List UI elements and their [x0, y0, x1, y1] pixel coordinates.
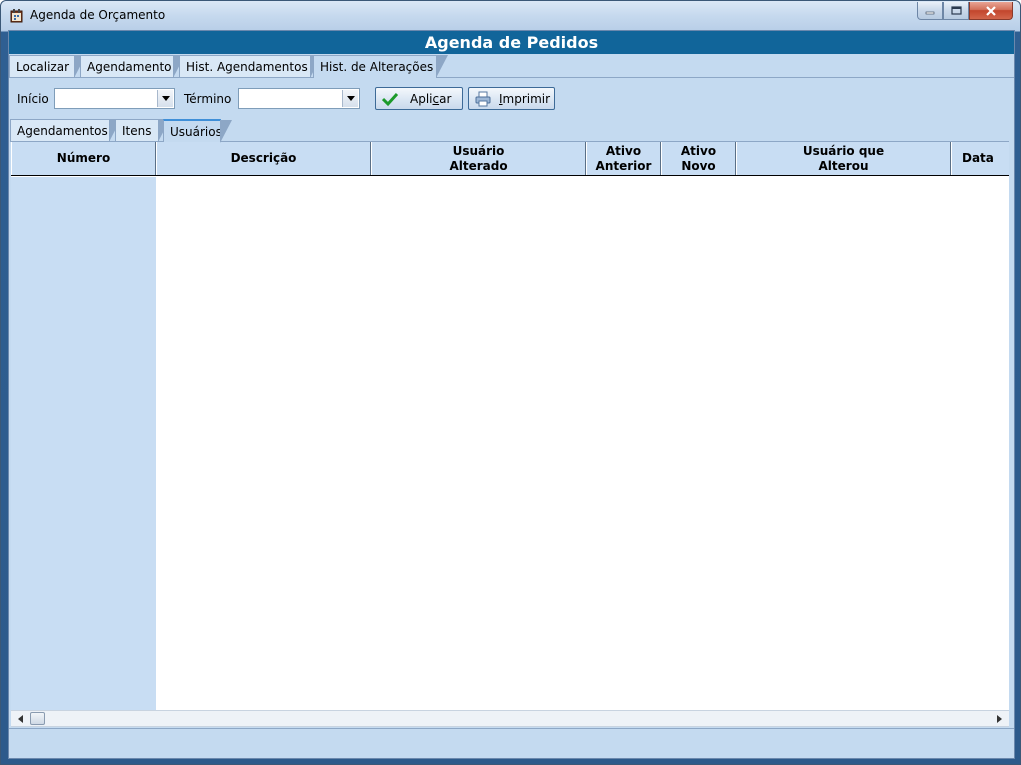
inicio-label: Início	[17, 92, 49, 106]
tab-agendamento[interactable]: Agendamento	[80, 55, 185, 78]
apply-button[interactable]: Aplicar	[375, 87, 463, 110]
column-header-numero[interactable]: Número	[11, 142, 156, 175]
calendar-app-icon	[10, 9, 23, 23]
sub-tab-strip: Agendamentos Itens Usuários	[9, 119, 1014, 143]
close-icon	[986, 5, 996, 16]
arrow-right-icon	[997, 714, 1002, 723]
close-button[interactable]	[969, 2, 1013, 20]
tab-localizar[interactable]: Localizar	[9, 55, 86, 78]
tab-itens[interactable]: Itens	[115, 119, 170, 142]
maximize-button[interactable]	[943, 2, 969, 20]
tab-hist-agendamentos[interactable]: Hist. Agendamentos	[179, 55, 322, 78]
checkmark-icon	[382, 92, 398, 106]
tab-agendamentos[interactable]: Agendamentos	[10, 119, 121, 142]
main-tab-strip: Localizar Agendamento Hist. Agendamentos…	[9, 55, 1014, 78]
horizontal-scrollbar[interactable]	[11, 710, 1009, 727]
minimize-icon	[925, 11, 935, 14]
tab-divider	[9, 77, 1014, 78]
tab-hist-alteracoes[interactable]: Hist. de Alterações	[313, 55, 448, 78]
column-header-usuario-que-alterou[interactable]: Usuário que Alterou	[736, 142, 951, 175]
termino-label: Término	[184, 92, 232, 106]
column-header-ativo-anterior[interactable]: Ativo Anterior	[586, 142, 661, 175]
dropdown-arrow-icon[interactable]	[342, 90, 358, 107]
column-header-ativo-novo[interactable]: Ativo Novo	[661, 142, 736, 175]
scroll-thumb[interactable]	[30, 712, 45, 725]
dropdown-arrow-icon[interactable]	[157, 90, 173, 107]
tab-usuarios[interactable]: Usuários	[163, 119, 232, 143]
scroll-right-button[interactable]	[991, 711, 1008, 726]
grid-header: Número Descrição Usuário Alterado Ativo …	[11, 142, 1009, 176]
maximize-icon	[950, 6, 962, 15]
client-area: Agenda de Pedidos Localizar Agendamento …	[8, 30, 1015, 759]
page-title: Agenda de Pedidos	[9, 31, 1014, 54]
arrow-left-icon	[18, 714, 23, 723]
window-title: Agenda de Orçamento	[30, 8, 166, 22]
column-header-data[interactable]: Data	[951, 142, 1009, 175]
app-window: Agenda de Orçamento Agenda de Pedidos Lo…	[0, 0, 1021, 765]
termino-date-select[interactable]	[238, 88, 360, 109]
title-bar[interactable]: Agenda de Orçamento	[1, 1, 1020, 30]
fixed-column-area	[11, 177, 156, 710]
print-button[interactable]: Imprimir	[468, 87, 555, 110]
column-header-descricao[interactable]: Descrição	[156, 142, 371, 175]
printer-icon	[475, 91, 491, 106]
inicio-date-select[interactable]	[54, 88, 175, 109]
status-bar	[9, 728, 1014, 758]
minimize-button[interactable]	[917, 2, 943, 20]
users-history-grid[interactable]: Número Descrição Usuário Alterado Ativo …	[11, 141, 1009, 710]
scroll-left-button[interactable]	[12, 711, 29, 726]
column-header-usuario-alterado[interactable]: Usuário Alterado	[371, 142, 586, 175]
